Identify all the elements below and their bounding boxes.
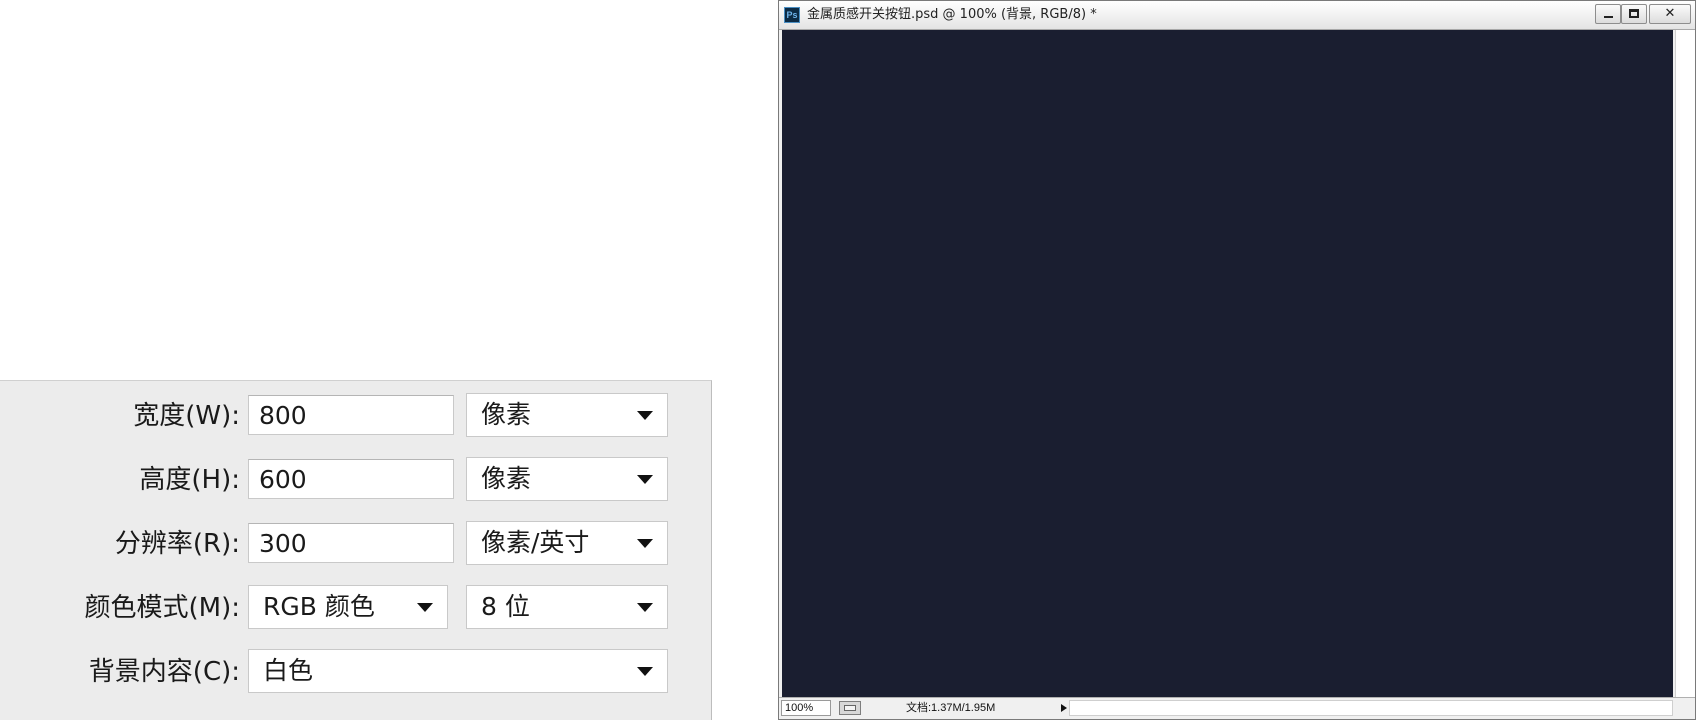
vertical-scrollbar[interactable] [1675,30,1695,697]
color-mode-label: 颜色模式(M): [84,593,240,623]
width-input[interactable] [248,395,454,435]
close-icon: ✕ [1664,6,1676,21]
close-button[interactable]: ✕ [1649,4,1691,24]
resolution-label: 分辨率(R): [114,529,240,559]
window-titlebar[interactable]: Ps 金属质感开关按钮.psd @ 100% (背景, RGB/8) * ✕ [779,1,1695,30]
chevron-down-icon [637,539,653,548]
chevron-down-icon [637,667,653,676]
maximize-button[interactable] [1621,4,1647,24]
background-select[interactable]: 白色 [248,649,668,693]
width-label: 宽度(W): [133,401,240,431]
height-unit-select[interactable]: 像素 [466,457,668,501]
chevron-down-icon [637,411,653,420]
resolution-input[interactable] [248,523,454,563]
status-preview-icon[interactable] [839,701,861,715]
chevron-down-icon [637,475,653,484]
zoom-level-field[interactable]: 100% [781,700,831,716]
background-value: 白色 [263,656,314,685]
background-label: 背景内容(C): [88,657,240,687]
height-label: 高度(H): [139,465,240,495]
width-unit-value: 像素 [481,400,532,429]
status-menu-arrow-icon[interactable] [1061,704,1067,712]
width-unit-select[interactable]: 像素 [466,393,668,437]
bit-depth-select[interactable]: 8 位 [466,585,668,629]
status-bar: 100% 文档:1.37M/1.95M [779,697,1695,719]
chevron-down-icon [417,603,433,612]
document-canvas[interactable] [782,30,1673,697]
document-window: Ps 金属质感开关按钮.psd @ 100% (背景, RGB/8) * ✕ 1… [778,0,1696,720]
color-mode-select[interactable]: RGB 颜色 [248,585,448,629]
new-document-dialog: 宽度(W): 像素 高度(H): 像素 分辨率(R): 像素/英寸 颜色模式(M… [0,380,712,720]
status-preview-icon-inner [844,705,856,711]
minimize-button[interactable] [1595,4,1621,24]
document-size-info: 文档:1.37M/1.95M [906,702,996,714]
screen: 宽度(W): 像素 高度(H): 像素 分辨率(R): 像素/英寸 颜色模式(M… [0,0,1696,720]
maximize-icon [1629,9,1639,18]
resolution-unit-select[interactable]: 像素/英寸 [466,521,668,565]
horizontal-scrollbar[interactable] [1069,700,1673,716]
photoshop-app-icon: Ps [784,7,800,23]
height-unit-value: 像素 [481,464,532,493]
resolution-unit-value: 像素/英寸 [481,528,590,557]
minimize-icon [1604,16,1613,18]
chevron-down-icon [637,603,653,612]
height-input[interactable] [248,459,454,499]
bit-depth-value: 8 位 [481,592,530,621]
window-title: 金属质感开关按钮.psd @ 100% (背景, RGB/8) * [807,7,1097,22]
color-mode-value: RGB 颜色 [263,592,375,621]
